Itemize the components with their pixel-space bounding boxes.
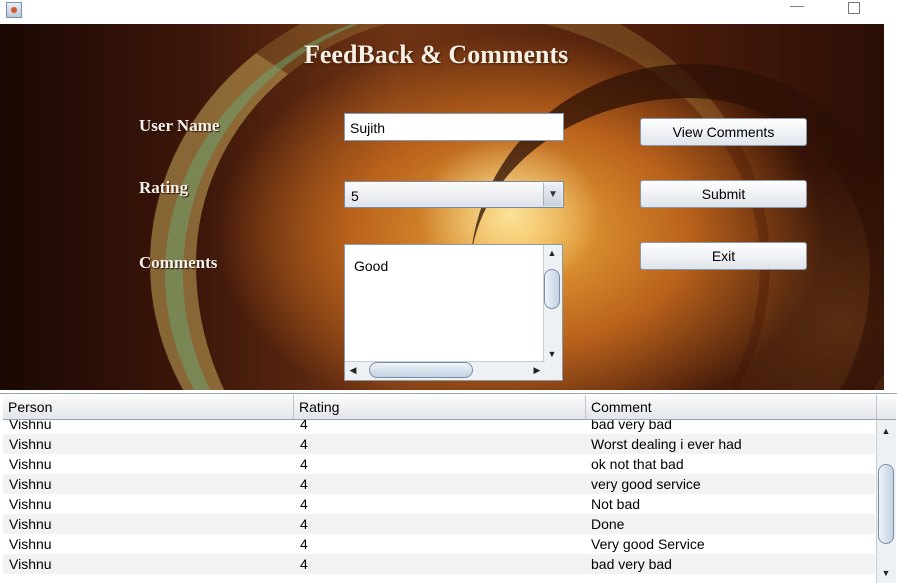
column-header-rating[interactable]: Rating xyxy=(294,395,586,419)
table-header: Person Rating Comment xyxy=(3,395,896,420)
column-header-person[interactable]: Person xyxy=(3,395,294,419)
form-title: FeedBack & Comments xyxy=(304,40,569,69)
cell-comment: bad very bad xyxy=(591,556,672,572)
cell-person: Vishnu xyxy=(9,536,52,552)
view-comments-button[interactable]: View Comments xyxy=(640,118,807,146)
table-row[interactable]: Vishnu 4 very good service xyxy=(3,474,875,494)
cell-comment: very good service xyxy=(591,476,701,492)
cell-person: Vishnu xyxy=(9,496,52,512)
rating-selected-value: 5 xyxy=(351,188,359,204)
cell-person: Vishnu xyxy=(9,516,52,532)
table-row[interactable]: Vishnu 4 bad very bad xyxy=(3,554,875,574)
cell-person: Vishnu xyxy=(9,556,52,572)
table-vertical-scrollbar[interactable]: ▲ ▼ xyxy=(876,420,896,583)
cell-rating: 4 xyxy=(300,516,308,532)
cell-person: Vishnu xyxy=(9,436,52,452)
comments-vertical-scrollbar[interactable]: ▲ ▼ xyxy=(543,245,562,362)
user-name-label: User Name xyxy=(139,116,220,135)
comments-horizontal-scrollbar[interactable]: ◀ ▶ xyxy=(345,361,545,380)
scroll-up-icon[interactable]: ▲ xyxy=(544,245,560,261)
scroll-left-icon[interactable]: ◀ xyxy=(345,362,361,378)
cell-rating: 4 xyxy=(300,420,308,432)
user-name-input[interactable]: Sujith xyxy=(344,113,564,141)
cell-person: Vishnu xyxy=(9,476,52,492)
table-body: Vishnu 4 bad very bad Vishnu 4 Worst dea… xyxy=(3,420,875,583)
table-row[interactable]: Vishnu 4 bad very bad xyxy=(3,420,875,434)
cell-person: Vishnu xyxy=(9,420,52,432)
feedback-form-panel: FeedBack & Comments User Name Rating Com… xyxy=(0,24,884,390)
scroll-up-icon[interactable]: ▲ xyxy=(878,423,894,439)
cell-comment: bad very bad xyxy=(591,420,672,432)
cell-comment: Done xyxy=(591,516,625,532)
cell-rating: 4 xyxy=(300,456,308,472)
scroll-right-icon[interactable]: ▶ xyxy=(529,362,545,378)
table-scroll-thumb[interactable] xyxy=(878,464,894,544)
table-row[interactable]: Vishnu 4 Worst dealing i ever had xyxy=(3,434,875,454)
comments-table: Person Rating Comment Vishnu 4 bad very … xyxy=(0,393,897,583)
cell-rating: 4 xyxy=(300,436,308,452)
cell-comment: ok not that bad xyxy=(591,456,684,472)
comments-label: Comments xyxy=(139,253,218,272)
table-row[interactable]: Vishnu 4 Not bad xyxy=(3,494,875,514)
java-app-icon xyxy=(6,2,22,18)
window-titlebar: — xyxy=(0,0,897,24)
exit-button[interactable]: Exit xyxy=(640,242,807,270)
scrollbar-corner xyxy=(544,362,562,380)
maximize-icon[interactable] xyxy=(848,2,860,14)
cell-rating: 4 xyxy=(300,556,308,572)
chevron-down-icon[interactable]: ▼ xyxy=(543,183,562,206)
comments-text: Good xyxy=(354,258,389,274)
column-header-comment[interactable]: Comment xyxy=(586,395,877,419)
table-row[interactable]: Vishnu 4 Very good Service xyxy=(3,534,875,554)
scroll-down-icon[interactable]: ▼ xyxy=(878,565,894,581)
cell-rating: 4 xyxy=(300,536,308,552)
horizontal-scroll-thumb[interactable] xyxy=(369,362,473,378)
cell-rating: 4 xyxy=(300,476,308,492)
cell-rating: 4 xyxy=(300,496,308,512)
cell-comment: Very good Service xyxy=(591,536,705,552)
table-row[interactable]: Vishnu 4 ok not that bad xyxy=(3,454,875,474)
submit-button[interactable]: Submit xyxy=(640,180,807,208)
comments-textarea[interactable]: Good ▲ ▼ ◀ ▶ xyxy=(344,244,563,381)
cell-comment: Not bad xyxy=(591,496,641,512)
minimize-icon[interactable]: — xyxy=(790,0,804,14)
vertical-scroll-thumb[interactable] xyxy=(544,269,560,309)
scroll-down-icon[interactable]: ▼ xyxy=(544,346,560,362)
rating-select[interactable]: 5 ▼ xyxy=(344,181,564,208)
rating-label: Rating xyxy=(139,178,189,197)
cell-comment: Worst dealing i ever had xyxy=(591,436,742,452)
table-row[interactable]: Vishnu 4 Done xyxy=(3,514,875,534)
cell-person: Vishnu xyxy=(9,456,52,472)
